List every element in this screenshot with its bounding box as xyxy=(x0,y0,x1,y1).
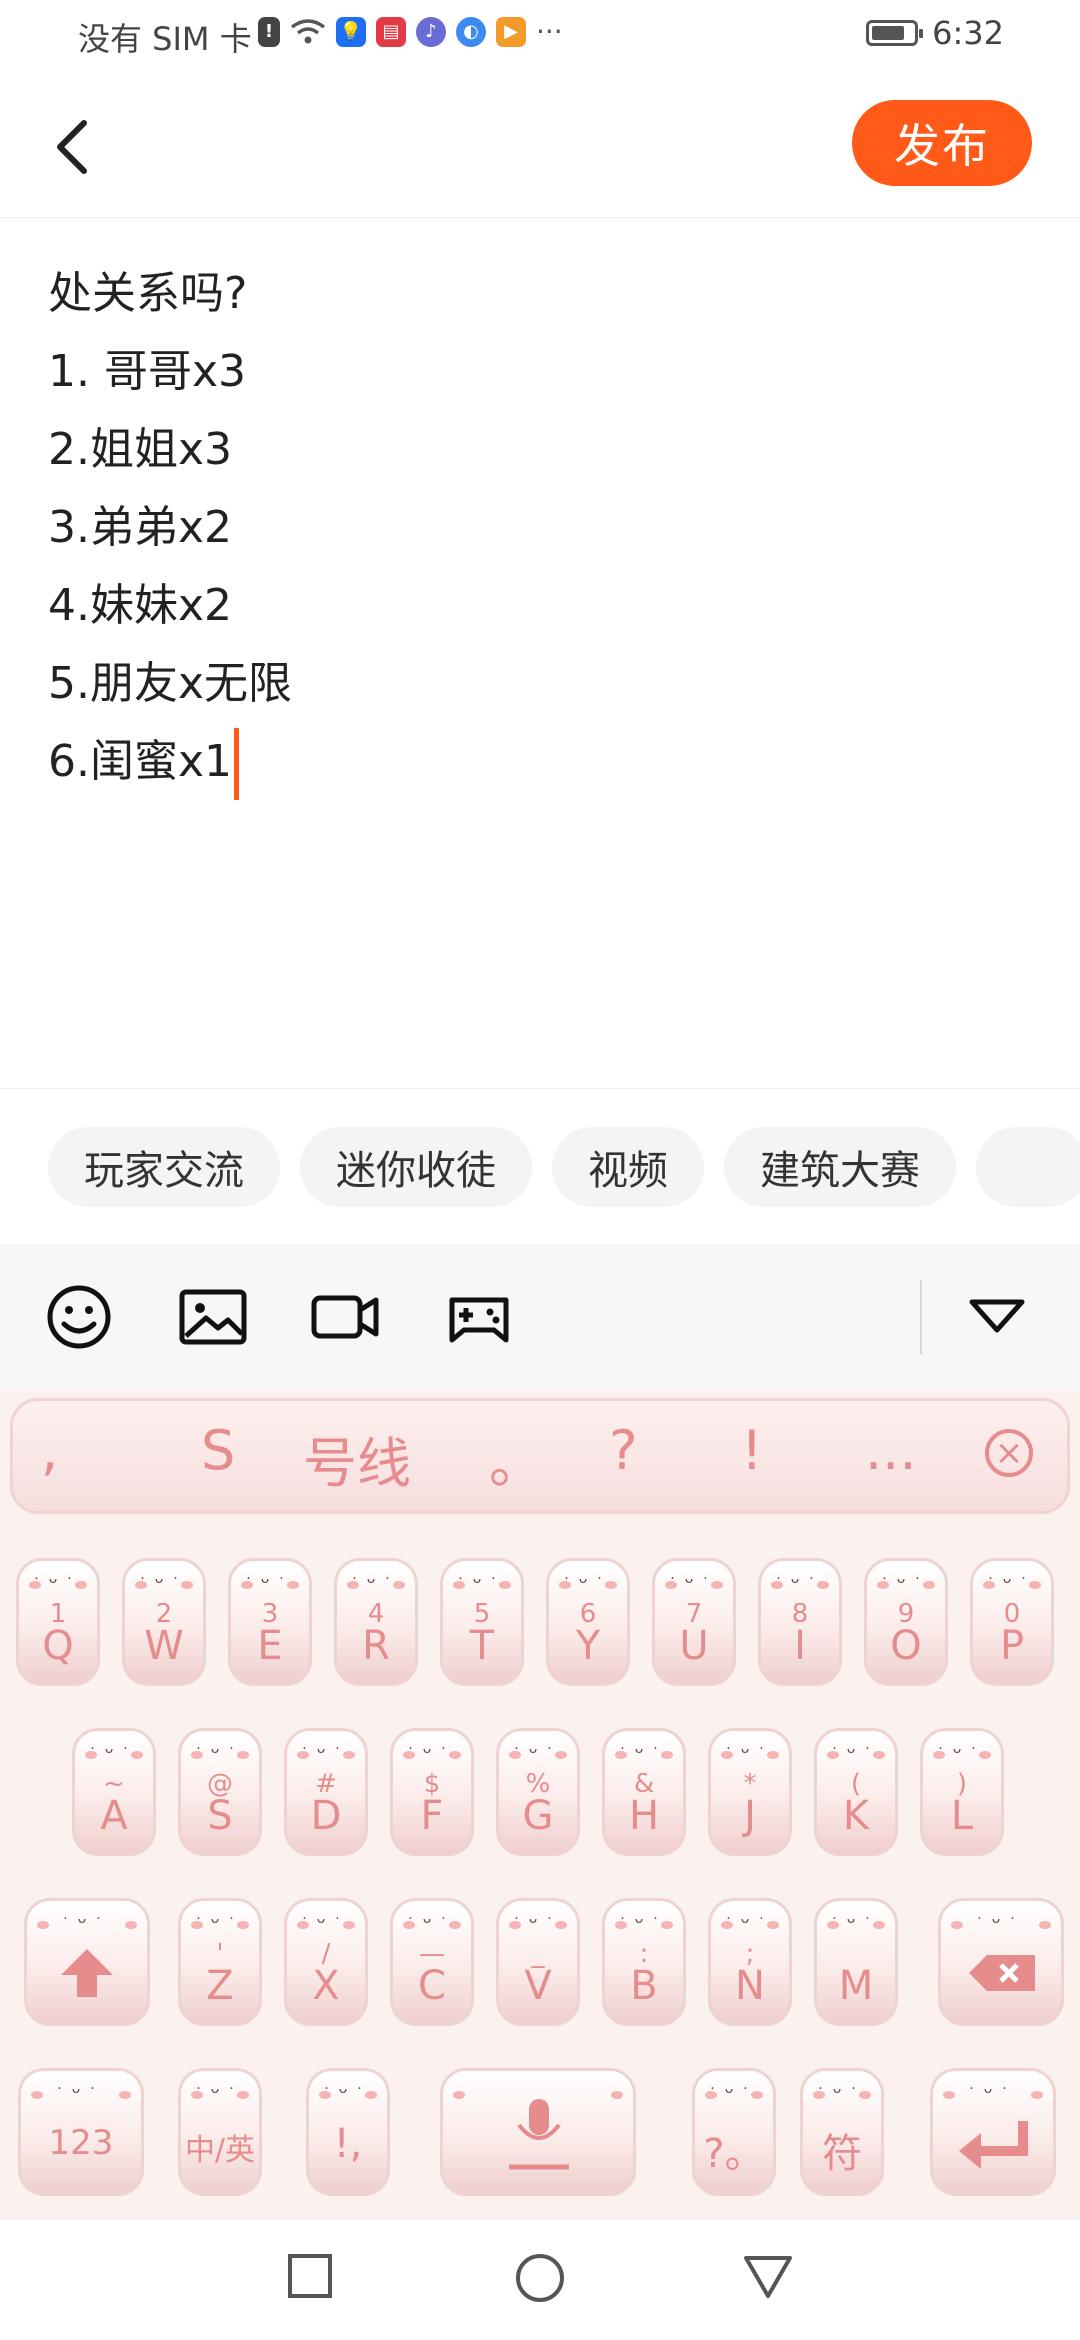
key-y[interactable]: ·ᴗ· 6 Y xyxy=(546,1558,630,1686)
status-right: 6:32 xyxy=(866,14,1004,52)
video-app-icon: ▶ xyxy=(496,16,526,47)
candidate[interactable]: ... xyxy=(865,1419,917,1482)
key-u[interactable]: ·ᴗ· 7 U xyxy=(652,1558,736,1686)
text-line: 5.朋友x无限 xyxy=(48,658,293,709)
key-c[interactable]: ·ᴗ· — C xyxy=(390,1898,474,2026)
candidate[interactable]: ? xyxy=(609,1419,638,1482)
post-text-area[interactable]: 处关系吗? 1. 哥哥x3 2.姐姐x3 3.弟弟x2 4.妹妹x2 5.朋友x… xyxy=(48,255,292,801)
collapse-icon[interactable] xyxy=(962,1284,1032,1350)
symbol-key[interactable]: ·ᴗ· 符 xyxy=(800,2068,884,2196)
num-key[interactable]: ·ᴗ· 123 xyxy=(18,2068,144,2196)
key-o[interactable]: ·ᴗ· 9 O xyxy=(864,1558,948,1686)
emoji-icon[interactable] xyxy=(44,1284,114,1350)
delete-key[interactable]: ·ᴗ· xyxy=(938,1898,1064,2026)
shift-key[interactable]: ·ᴗ· xyxy=(24,1898,150,2026)
key-g[interactable]: ·ᴗ·% G xyxy=(496,1728,580,1856)
text-line-last: 6.闺蜜x1 xyxy=(48,723,292,801)
key-z[interactable]: ·ᴗ· ' Z xyxy=(178,1898,262,2026)
soft-keyboard: , S 号线 。 ? ! ... × ·ᴗ· 1 Q ·ᴗ· 2 W ·ᴗ· 3 E ·ᴗ·… xyxy=(0,1390,1080,2220)
key-x[interactable]: ·ᴗ· / X xyxy=(284,1898,368,2026)
back-triangle-icon[interactable] xyxy=(742,2252,794,2300)
key-t[interactable]: ·ᴗ· 5 T xyxy=(440,1558,524,1686)
enter-arrow-icon xyxy=(959,2121,1028,2169)
lang-switch-key[interactable]: ·ᴗ· 中/英 xyxy=(178,2068,262,2196)
battery-icon xyxy=(866,20,924,46)
book-app-icon: ▤ xyxy=(376,16,406,47)
candidate[interactable]: 。 xyxy=(489,1419,543,1498)
key-w[interactable]: ·ᴗ· 2 W xyxy=(122,1558,206,1686)
text-line: 处关系吗? xyxy=(48,268,248,319)
image-icon[interactable] xyxy=(178,1284,248,1350)
key-h[interactable]: ·ᴗ· & H xyxy=(602,1728,686,1856)
key-d[interactable]: ·ᴗ· # D xyxy=(284,1728,368,1856)
text-line: 2.姐姐x3 xyxy=(48,424,233,475)
key-a[interactable]: ·ᴗ· ~ A xyxy=(72,1728,156,1856)
text-line-content: 6.闺蜜x1 xyxy=(48,736,233,787)
text-line: 3.弟弟x2 xyxy=(48,502,233,553)
topic-tag[interactable]: 玩家交流 xyxy=(48,1127,280,1207)
space-key[interactable] xyxy=(440,2068,636,2196)
topic-tag-partial[interactable] xyxy=(976,1127,1080,1207)
editor-header: 发布 xyxy=(0,75,1080,218)
text-cursor xyxy=(234,728,240,800)
key-f[interactable]: ·ᴗ· $ F xyxy=(390,1728,474,1856)
key-i[interactable]: ·ᴗ· 8 I xyxy=(758,1558,842,1686)
key-q[interactable]: ·ᴗ· 1 Q xyxy=(16,1558,100,1686)
browser-app-icon: ◐ xyxy=(456,16,486,47)
candidate[interactable]: 号线 xyxy=(303,1419,411,1498)
key-n[interactable]: ·ᴗ·; N xyxy=(708,1898,792,2026)
key-m[interactable]: ·ᴗ· M xyxy=(814,1898,898,2026)
question-key[interactable]: ·ᴗ·?。 xyxy=(692,2068,776,2196)
key-p[interactable]: ·ᴗ· 0 P xyxy=(970,1558,1054,1686)
gamepad-icon[interactable] xyxy=(444,1284,514,1350)
recent-apps-square-icon[interactable] xyxy=(286,2252,334,2300)
system-nav-bar xyxy=(0,2220,1080,2340)
bulb-app-icon: 💡 xyxy=(336,16,366,47)
topic-tag[interactable]: 迷你收徒 xyxy=(300,1127,532,1207)
status-bar: 没有 SIM 卡 ! 💡 ▤ ♪ ◐ ▶ ··· 6:32 xyxy=(0,0,1080,75)
key-b[interactable]: ·ᴗ·: B xyxy=(602,1898,686,2026)
enter-key[interactable]: ·ᴗ· xyxy=(930,2068,1056,2196)
key-r[interactable]: ·ᴗ· 4 R xyxy=(334,1558,418,1686)
clock: 6:32 xyxy=(932,14,1004,52)
punctuation-key[interactable]: ·ᴗ·!, xyxy=(306,2068,390,2196)
key-v[interactable]: ·ᴗ· _ V xyxy=(496,1898,580,2026)
toolbar-divider xyxy=(920,1280,922,1354)
shift-up-arrow-icon xyxy=(61,1949,113,1997)
carrier-text: 没有 SIM 卡 xyxy=(78,20,252,58)
text-line: 1. 哥哥x3 xyxy=(48,346,246,397)
publish-button[interactable]: 发布 xyxy=(852,100,1032,186)
microphone-icon xyxy=(509,2099,569,2170)
key-e[interactable]: ·ᴗ· 3 E xyxy=(228,1558,312,1686)
candidate[interactable]: S xyxy=(201,1419,235,1482)
key-s[interactable]: ·ᴗ· @ S xyxy=(178,1728,262,1856)
close-circle-icon[interactable]: × xyxy=(985,1429,1033,1477)
backspace-icon xyxy=(969,1955,1035,1991)
video-camera-icon[interactable] xyxy=(310,1284,380,1350)
candidate[interactable]: ! xyxy=(741,1419,763,1482)
topic-tag[interactable]: 建筑大赛 xyxy=(724,1127,956,1207)
candidate[interactable]: , xyxy=(41,1419,58,1482)
key-k[interactable]: ·ᴗ·(K xyxy=(814,1728,898,1856)
chevron-left-icon[interactable] xyxy=(50,117,100,177)
music-app-icon: ♪ xyxy=(416,16,446,47)
notification-icons: ! 💡 ▤ ♪ ◐ ▶ ··· xyxy=(258,15,563,48)
wifi-icon xyxy=(290,18,326,43)
text-line: 4.妹妹x2 xyxy=(48,580,233,631)
topic-tag-bar: 玩家交流 迷你收徒 视频 建筑大赛 xyxy=(0,1088,1080,1243)
key-l[interactable]: ·ᴗ·) L xyxy=(920,1728,1004,1856)
key-j[interactable]: ·ᴗ· * J xyxy=(708,1728,792,1856)
candidate-bar: , S 号线 。 ? ! ... × xyxy=(10,1398,1070,1514)
alert-icon: ! xyxy=(258,16,280,47)
topic-tag[interactable]: 视频 xyxy=(552,1127,704,1207)
home-circle-icon[interactable] xyxy=(514,2252,566,2304)
more-notifications: ··· xyxy=(536,15,563,48)
editor-toolbar xyxy=(0,1244,1080,1390)
